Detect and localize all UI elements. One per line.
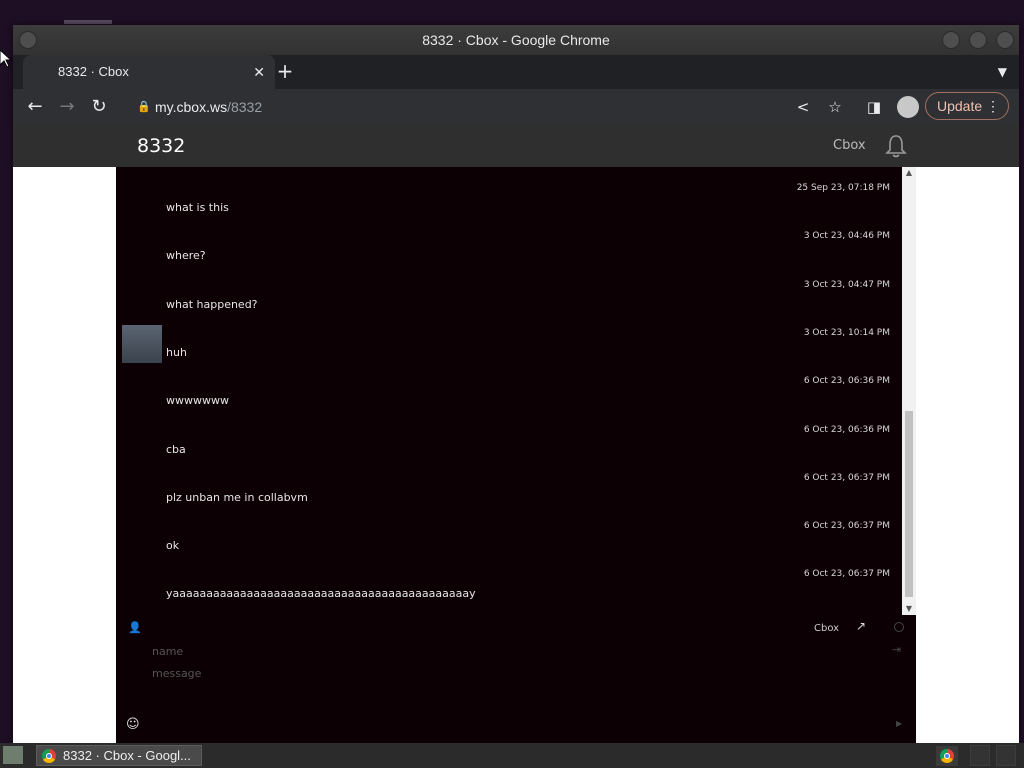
page-title: 8332 (137, 135, 186, 157)
chat-composer: 👤 Cbox ↗ ⇥ ☺ ▶ (116, 615, 916, 743)
message-text: where? (166, 249, 206, 263)
workspace-1[interactable] (970, 745, 990, 766)
message-text: wwwwwww (166, 394, 229, 408)
login-icon[interactable]: ⇥ (892, 643, 901, 656)
popout-icon[interactable]: ↗ (856, 619, 866, 633)
taskbar: 8332 · Cbox - Googl... (0, 743, 1024, 768)
message-timestamp: 3 Oct 23, 04:47 PM (803, 279, 890, 290)
maximize-button[interactable] (969, 31, 987, 49)
chat-message: where? 3 Oct 23, 04:46 PM (116, 221, 902, 269)
reload-button[interactable]: ↻ (87, 95, 111, 119)
status-circle-icon[interactable] (894, 622, 904, 632)
emoji-icon[interactable]: ☺ (126, 717, 140, 732)
window-menu-button[interactable] (19, 31, 37, 49)
message-text: plz unban me in collabvm (166, 490, 308, 504)
message-text: ok (166, 539, 180, 553)
chat-message: what happened? 3 Oct 23, 04:47 PM (116, 270, 902, 318)
message-text: cba (166, 442, 186, 456)
scrollbar[interactable]: ▲ ▼ (902, 167, 916, 615)
cbox-header: 8332 Cbox (13, 125, 1019, 167)
taskbar-task-label: 8332 · Cbox - Googl... (63, 748, 191, 763)
cbox-link[interactable]: Cbox (833, 125, 866, 167)
update-button[interactable]: Update ⋮ (925, 92, 1009, 120)
chat-message: ok 6 Oct 23, 06:37 PM (116, 511, 902, 559)
chat-message: wwwwwww 6 Oct 23, 06:36 PM (116, 366, 902, 414)
tab-title: 8332 · Cbox (58, 64, 129, 79)
window-titlebar: 8332 · Cbox - Google Chrome (13, 25, 1019, 55)
browser-window: 8332 · Cbox - Google Chrome 8332 · Cbox … (13, 25, 1019, 743)
tab-cbox[interactable]: 8332 · Cbox ✕ (23, 55, 275, 89)
chat-message: cba 6 Oct 23, 06:36 PM (116, 415, 902, 463)
scroll-down-icon[interactable]: ▼ (902, 603, 916, 615)
browser-toolbar: ← → ↻ 🔒 my.cbox.ws/8332 < ☆ ◨ Update ⋮ (13, 89, 1019, 125)
chat-box: what is this 25 Sep 23, 07:18 PM where? 3 O… (116, 167, 916, 743)
bell-icon[interactable] (883, 133, 909, 159)
new-tab-button[interactable]: + (275, 55, 295, 89)
chrome-icon (42, 749, 56, 763)
message-text: huh (166, 345, 187, 359)
update-label: Update (937, 98, 983, 114)
back-button[interactable]: ← (23, 95, 47, 119)
chat-message: what is this 25 Sep 23, 07:18 PM (116, 173, 902, 221)
scroll-up-icon[interactable]: ▲ (902, 167, 916, 179)
file-manager-icon[interactable] (3, 746, 23, 764)
message-timestamp: 6 Oct 23, 06:37 PM (803, 472, 890, 483)
message-text: yaaaaaaaaaaaaaaaaaaaaaaaaaaaaaaaaaaaaaaa… (166, 587, 476, 601)
message-input[interactable] (152, 663, 892, 683)
message-text: what happened? (166, 297, 258, 311)
message-timestamp: 6 Oct 23, 06:37 PM (803, 521, 890, 532)
desktop-panel-tab (64, 20, 112, 24)
kebab-menu-icon[interactable]: ⋮ (986, 93, 1000, 119)
bookmark-star-icon[interactable]: ☆ (823, 95, 847, 119)
side-panel-icon[interactable]: ◨ (862, 95, 886, 119)
forward-button[interactable]: → (55, 95, 79, 119)
message-timestamp: 3 Oct 23, 10:14 PM (803, 327, 890, 338)
message-timestamp: 3 Oct 23, 04:46 PM (803, 231, 890, 242)
message-timestamp: 25 Sep 23, 07:18 PM (796, 183, 890, 193)
taskbar-chrome-task[interactable]: 8332 · Cbox - Googl... (36, 745, 202, 766)
lock-icon: 🔒 (137, 101, 151, 113)
send-icon[interactable]: ▶ (896, 719, 902, 728)
url-host: my.cbox.ws (155, 99, 228, 115)
share-icon[interactable]: < (791, 95, 815, 119)
tab-search-chevron-icon[interactable]: ▼ (998, 55, 1007, 89)
message-text: what is this (166, 201, 229, 214)
cbox-brand-link[interactable]: Cbox (814, 623, 839, 634)
user-icon[interactable]: 👤 (128, 621, 142, 634)
chat-message: yaaaaaaaaaaaaaaaaaaaaaaaaaaaaaaaaaaaaaaa… (116, 559, 902, 607)
close-window-button[interactable] (996, 31, 1014, 49)
tab-close-icon[interactable]: ✕ (253, 55, 265, 89)
url-path: /8332 (227, 99, 263, 115)
window-title: 8332 · Cbox - Google Chrome (422, 32, 610, 48)
tray-chrome-icon (940, 749, 954, 763)
name-input[interactable] (152, 641, 892, 661)
profile-avatar-icon[interactable] (897, 96, 919, 118)
user-avatar (122, 324, 162, 363)
message-timestamp: 6 Oct 23, 06:36 PM (803, 424, 890, 435)
message-list[interactable]: what is this 25 Sep 23, 07:18 PM where? 3 O… (116, 167, 902, 615)
workspace-2[interactable] (996, 745, 1016, 766)
chat-message: huh 3 Oct 23, 10:14 PM (116, 318, 902, 366)
chat-message: plz unban me in collabvm 6 Oct 23, 06:37 … (116, 463, 902, 511)
address-bar[interactable]: 🔒 my.cbox.ws/8332 (129, 92, 849, 122)
tab-strip: 8332 · Cbox ✕ + ▼ (13, 55, 1019, 89)
message-timestamp: 6 Oct 23, 06:36 PM (803, 376, 890, 387)
mouse-cursor-icon (0, 50, 12, 68)
message-timestamp: 6 Oct 23, 06:37 PM (803, 569, 890, 580)
scrollbar-thumb[interactable] (905, 411, 913, 597)
page-content: what is this 25 Sep 23, 07:18 PM where? 3 O… (13, 167, 1019, 743)
minimize-button[interactable] (942, 31, 960, 49)
tray-chrome[interactable] (936, 746, 958, 766)
